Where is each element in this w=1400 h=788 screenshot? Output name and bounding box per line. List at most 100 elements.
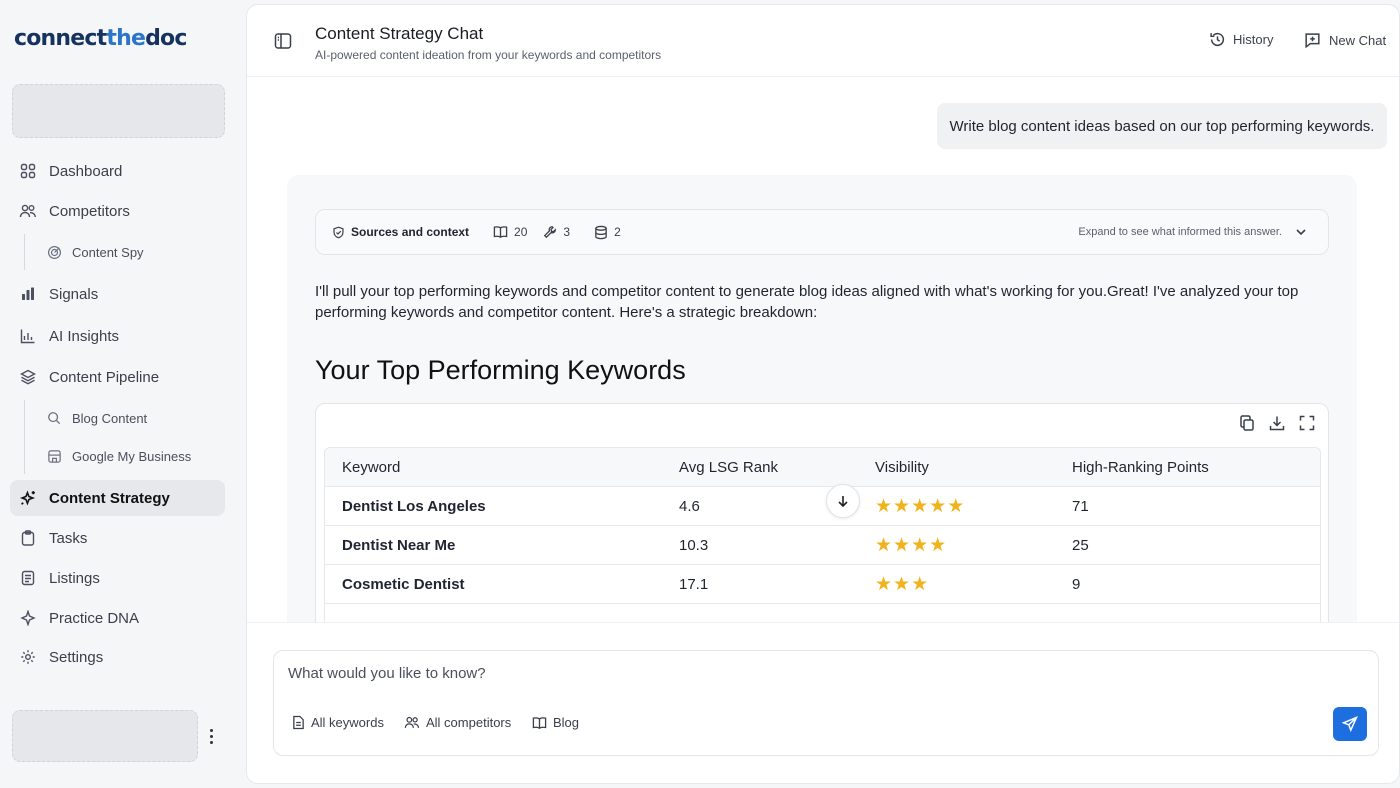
sidebar-item-label: Listings bbox=[49, 569, 100, 587]
star-icon: ★ bbox=[911, 496, 929, 517]
sidebar-item-label: Competitors bbox=[49, 202, 130, 220]
chip-label: All keywords bbox=[311, 715, 384, 730]
new-chat-icon bbox=[1305, 33, 1320, 49]
sidebar-item-google-my-business[interactable]: Google My Business bbox=[24, 439, 224, 473]
tools-count: 3 bbox=[543, 225, 570, 239]
clipboard-icon bbox=[19, 529, 37, 547]
scroll-down-button[interactable] bbox=[826, 484, 860, 518]
points-cell: 71 bbox=[1072, 498, 1089, 515]
answer-text: I'll pull your top performing keywords a… bbox=[315, 283, 1299, 321]
copy-icon[interactable] bbox=[1238, 414, 1256, 432]
sidebar-item-ai-insights[interactable]: AI Insights bbox=[10, 318, 225, 354]
star-icon: ★ bbox=[911, 535, 929, 556]
user-profile[interactable] bbox=[12, 710, 198, 762]
sidebar-item-label: Content Pipeline bbox=[49, 368, 160, 386]
chat-header: Content Strategy Chat AI-powered content… bbox=[247, 5, 1399, 77]
page-subtitle: AI-powered content ideation from your ke… bbox=[315, 48, 662, 62]
grid-icon bbox=[19, 162, 37, 180]
sidebar-item-dashboard[interactable]: Dashboard bbox=[10, 153, 225, 189]
all-keywords-chip[interactable]: All keywords bbox=[292, 715, 384, 730]
star-icon: ★ bbox=[929, 535, 947, 556]
star-icon: ★ bbox=[947, 496, 965, 517]
sidebar-item-listings[interactable]: Listings bbox=[10, 560, 225, 596]
keyword-cell: Cosmetic Dentist bbox=[342, 576, 465, 593]
assistant-message: Sources and context 20 3 2 Expand to see… bbox=[287, 175, 1357, 663]
sidebar: connectthedoc Dashboard Competitors Cont… bbox=[0, 0, 246, 788]
composer-area: All keywords All competitors Blog bbox=[247, 622, 1399, 783]
chat-input[interactable] bbox=[288, 665, 1288, 682]
sidebar-item-content-spy[interactable]: Content Spy bbox=[24, 235, 224, 269]
practice-selector[interactable] bbox=[12, 84, 225, 138]
database-count: 2 bbox=[594, 225, 621, 240]
users-icon bbox=[19, 202, 37, 220]
sidebar-item-label: Dashboard bbox=[49, 162, 123, 180]
table-row: Cosmetic Dentist 17.1 ★ ★ ★ 9 bbox=[325, 565, 1320, 604]
chart-icon bbox=[19, 327, 37, 345]
sidebar-item-label: Google My Business bbox=[72, 448, 192, 464]
star-icon: ★ bbox=[875, 535, 893, 556]
sidebar-toggle-icon[interactable] bbox=[273, 31, 293, 51]
download-icon[interactable] bbox=[1268, 414, 1286, 432]
column-header[interactable]: Avg LSG Rank bbox=[679, 448, 778, 487]
history-button[interactable]: History bbox=[1209, 31, 1273, 48]
sidebar-item-label: Settings bbox=[49, 648, 104, 666]
rank-cell: 4.6 bbox=[679, 498, 700, 515]
visibility-rating: ★ ★ ★ ★ ★ bbox=[875, 487, 965, 526]
visibility-rating: ★ ★ ★ ★ bbox=[875, 526, 947, 565]
store-icon bbox=[46, 448, 62, 464]
sources-context-bar[interactable]: Sources and context 20 3 2 Expand to see… bbox=[315, 209, 1329, 255]
points-cell: 9 bbox=[1072, 576, 1081, 593]
sidebar-item-blog-content[interactable]: Blog Content bbox=[24, 401, 224, 435]
chevron-down-icon[interactable] bbox=[1294, 225, 1308, 239]
user-message: Write blog content ideas based on our to… bbox=[937, 103, 1387, 149]
visibility-rating: ★ ★ ★ bbox=[875, 565, 929, 604]
star-icon: ★ bbox=[875, 496, 893, 517]
send-button[interactable] bbox=[1333, 707, 1367, 741]
sources-label: Sources and context bbox=[351, 225, 470, 239]
dna-icon bbox=[19, 609, 37, 627]
sidebar-item-content-pipeline[interactable]: Content Pipeline bbox=[10, 359, 225, 395]
bar-chart-icon bbox=[19, 285, 37, 303]
star-icon: ★ bbox=[875, 574, 893, 595]
send-icon bbox=[1342, 716, 1358, 732]
sidebar-item-competitors[interactable]: Competitors bbox=[10, 193, 225, 229]
history-label: History bbox=[1233, 32, 1274, 47]
chip-label: Blog bbox=[553, 715, 580, 730]
sidebar-item-label: Practice DNA bbox=[49, 609, 140, 627]
new-chat-label: New Chat bbox=[1329, 33, 1387, 48]
all-competitors-chip[interactable]: All competitors bbox=[404, 715, 511, 730]
users-icon bbox=[404, 716, 420, 728]
logo[interactable]: connectthedoc bbox=[14, 26, 187, 51]
sources-hint: Expand to see what informed this answer. bbox=[1078, 226, 1282, 238]
rank-cell: 17.1 bbox=[679, 576, 709, 593]
gear-icon bbox=[19, 648, 37, 666]
shield-icon bbox=[333, 226, 344, 238]
page-title: Content Strategy Chat bbox=[315, 24, 484, 43]
radar-icon bbox=[46, 244, 62, 260]
sidebar-item-practice-dna[interactable]: Practice DNA bbox=[10, 600, 225, 636]
sidebar-item-label: Content Spy bbox=[72, 244, 144, 260]
answer-heading: Your Top Performing Keywords bbox=[315, 355, 686, 385]
new-chat-button[interactable]: New Chat bbox=[1303, 31, 1386, 50]
column-header[interactable]: Visibility bbox=[875, 448, 929, 487]
rank-cell: 10.3 bbox=[679, 537, 709, 554]
keyword-cell: Dentist Near Me bbox=[342, 537, 456, 554]
database-icon bbox=[595, 225, 607, 239]
star-icon: ★ bbox=[929, 496, 947, 517]
table-toolbar bbox=[1238, 414, 1316, 432]
column-header[interactable]: High-Ranking Points bbox=[1072, 448, 1209, 487]
sidebar-item-tasks[interactable]: Tasks bbox=[10, 520, 225, 556]
blog-chip[interactable]: Blog bbox=[532, 715, 579, 730]
more-options-icon[interactable] bbox=[203, 724, 219, 748]
sidebar-item-settings[interactable]: Settings bbox=[10, 639, 225, 675]
column-header[interactable]: Keyword bbox=[342, 448, 400, 487]
fullscreen-icon[interactable] bbox=[1298, 414, 1316, 432]
star-icon: ★ bbox=[911, 574, 929, 595]
keyword-cell: Dentist Los Angeles bbox=[342, 498, 486, 515]
star-icon: ★ bbox=[893, 574, 911, 595]
document-icon bbox=[19, 569, 37, 587]
table-row: Dentist Los Angeles 4.6 ★ ★ ★ ★ ★ 71 bbox=[325, 487, 1320, 526]
sidebar-item-label: Blog Content bbox=[72, 410, 148, 426]
sidebar-item-signals[interactable]: Signals bbox=[10, 276, 225, 312]
sidebar-item-content-strategy[interactable]: Content Strategy bbox=[10, 480, 225, 516]
